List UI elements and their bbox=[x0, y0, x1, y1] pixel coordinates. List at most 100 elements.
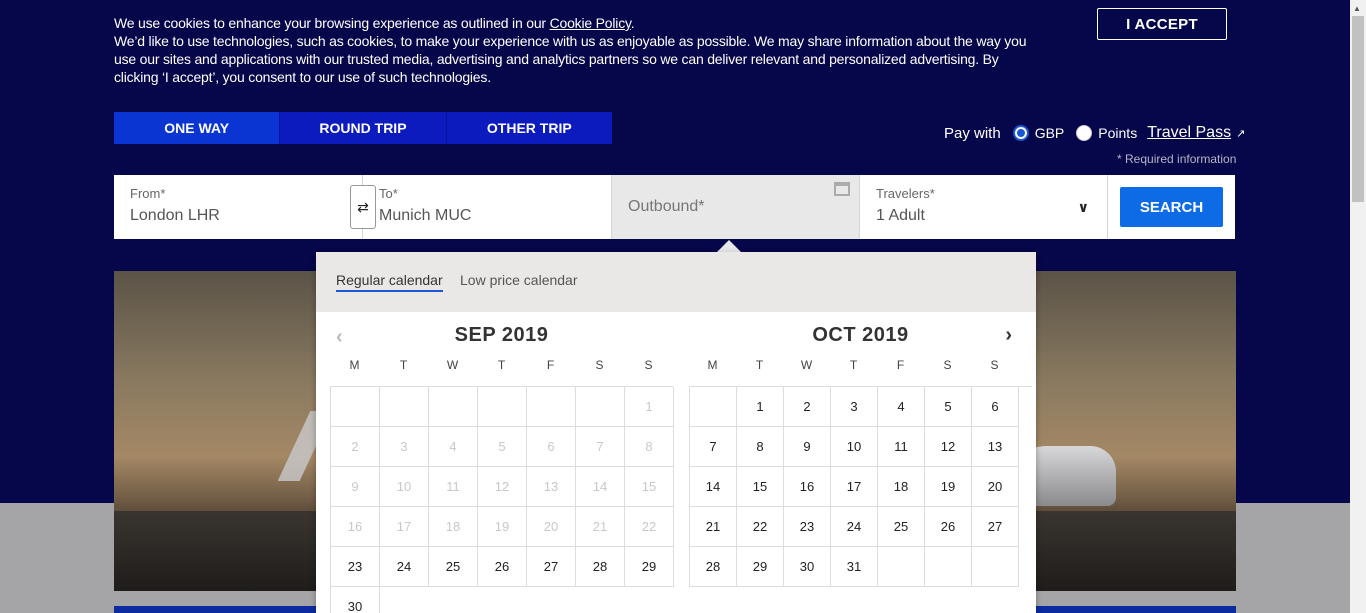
day-cell: 3 bbox=[380, 427, 429, 467]
day-cell[interactable]: 5 bbox=[925, 387, 972, 427]
accept-cookies-button[interactable]: I ACCEPT bbox=[1097, 8, 1227, 40]
day-cell[interactable]: 3 bbox=[831, 387, 878, 427]
pay-with-label: Pay with bbox=[944, 124, 1001, 142]
day-cell[interactable]: 28 bbox=[690, 547, 737, 587]
day-cell[interactable]: 6 bbox=[972, 387, 1019, 427]
day-cell[interactable]: 24 bbox=[380, 547, 429, 587]
day-cell-empty bbox=[576, 387, 625, 427]
day-cell[interactable]: 2 bbox=[784, 387, 831, 427]
travelers-dropdown[interactable]: Travelers* 1 Adult ∨ bbox=[860, 175, 1108, 239]
to-field[interactable]: To* Munich MUC bbox=[363, 175, 612, 239]
tab-low-price-calendar[interactable]: Low price calendar bbox=[460, 272, 578, 288]
day-cell[interactable]: 28 bbox=[576, 547, 625, 587]
weekday: F bbox=[546, 358, 555, 372]
day-cell[interactable]: 23 bbox=[331, 547, 380, 587]
gbp-radio[interactable] bbox=[1012, 125, 1029, 141]
calendar-tabs: Regular calendar Low price calendar bbox=[316, 252, 1036, 312]
weekday: M bbox=[707, 358, 718, 372]
day-cell: 15 bbox=[625, 467, 674, 507]
day-cell[interactable]: 11 bbox=[878, 427, 925, 467]
day-cell[interactable]: 16 bbox=[784, 467, 831, 507]
day-cell[interactable]: 22 bbox=[737, 507, 784, 547]
day-cell: 19 bbox=[478, 507, 527, 547]
day-cell[interactable]: 17 bbox=[831, 467, 878, 507]
day-cell-empty bbox=[690, 387, 737, 427]
day-cell[interactable]: 25 bbox=[878, 507, 925, 547]
weekday: T bbox=[399, 358, 408, 372]
tab-round-trip[interactable]: ROUND TRIP bbox=[280, 112, 447, 144]
day-cell: 17 bbox=[380, 507, 429, 547]
day-cell[interactable]: 24 bbox=[831, 507, 878, 547]
day-cell: 6 bbox=[527, 427, 576, 467]
calendar-popup: Regular calendar Low price calendar ‹ › … bbox=[316, 252, 1036, 613]
weekday: M bbox=[349, 358, 360, 372]
calendar-icon bbox=[834, 182, 850, 196]
day-cell[interactable]: 25 bbox=[429, 547, 478, 587]
day-cell[interactable]: 30 bbox=[784, 547, 831, 587]
day-cell-empty bbox=[380, 387, 429, 427]
day-cell[interactable]: 7 bbox=[690, 427, 737, 467]
external-link-icon: ↗ bbox=[1236, 127, 1246, 140]
outbound-date-field[interactable]: Outbound* bbox=[612, 175, 860, 239]
tab-other-trip[interactable]: OTHER TRIP bbox=[447, 112, 612, 144]
cookie-line1: We use cookies to enhance your browsing … bbox=[114, 15, 550, 31]
day-cell[interactable]: 21 bbox=[690, 507, 737, 547]
travelers-value: 1 Adult bbox=[876, 207, 925, 224]
day-cell[interactable]: 29 bbox=[737, 547, 784, 587]
day-cell[interactable]: 19 bbox=[925, 467, 972, 507]
day-cell[interactable]: 26 bbox=[478, 547, 527, 587]
weekday: T bbox=[755, 358, 764, 372]
day-cell: 12 bbox=[478, 467, 527, 507]
search-button-wrap: SEARCH bbox=[1108, 175, 1235, 239]
day-cell: 10 bbox=[380, 467, 429, 507]
from-label: From* bbox=[130, 186, 166, 201]
day-cell: 21 bbox=[576, 507, 625, 547]
day-grid: 1 2 3 4 5 6 7 8 9 10 11 12 13 14 15 16 17 18 19 20 21 22 23 24 2… bbox=[330, 386, 674, 613]
points-radio[interactable] bbox=[1076, 125, 1093, 141]
tab-one-way[interactable]: ONE WAY bbox=[114, 112, 281, 144]
day-cell[interactable]: 30 bbox=[331, 587, 380, 613]
calendar-caret bbox=[717, 240, 741, 252]
weekday: S bbox=[595, 358, 604, 372]
day-cell-empty bbox=[478, 387, 527, 427]
chevron-down-icon: ∨ bbox=[1077, 199, 1089, 215]
scrollbar-thumb[interactable] bbox=[1352, 16, 1364, 202]
day-cell[interactable]: 8 bbox=[737, 427, 784, 467]
day-cell[interactable]: 12 bbox=[925, 427, 972, 467]
tab-regular-calendar[interactable]: Regular calendar bbox=[336, 272, 443, 292]
cookie-policy-link[interactable]: Cookie Policy bbox=[550, 15, 631, 31]
day-cell[interactable]: 27 bbox=[972, 507, 1019, 547]
day-cell[interactable]: 31 bbox=[831, 547, 878, 587]
day-grid: 1 2 3 4 5 6 7 8 9 10 11 12 13 14 15 16 17 18 19 20 21 22 23 24 2… bbox=[689, 386, 1032, 587]
day-cell[interactable]: 10 bbox=[831, 427, 878, 467]
gbp-label: GBP bbox=[1034, 125, 1065, 141]
day-cell[interactable]: 23 bbox=[784, 507, 831, 547]
required-info-note: * Required information bbox=[1117, 152, 1237, 166]
day-cell[interactable]: 18 bbox=[878, 467, 925, 507]
day-cell-empty bbox=[429, 387, 478, 427]
month-title: SEP 2019 bbox=[454, 324, 549, 346]
day-cell[interactable]: 15 bbox=[737, 467, 784, 507]
from-field[interactable]: From* London LHR ⇄ bbox=[114, 175, 376, 239]
day-cell[interactable]: 27 bbox=[527, 547, 576, 587]
day-cell[interactable]: 20 bbox=[972, 467, 1019, 507]
day-cell[interactable]: 4 bbox=[878, 387, 925, 427]
travel-pass-link[interactable]: Travel Pass bbox=[1147, 124, 1231, 142]
day-cell[interactable]: 14 bbox=[690, 467, 737, 507]
day-cell-empty bbox=[527, 387, 576, 427]
weekday: S bbox=[943, 358, 952, 372]
day-cell[interactable]: 13 bbox=[972, 427, 1019, 467]
weekday-header: M T W T F S S bbox=[689, 358, 1032, 378]
day-cell[interactable]: 9 bbox=[784, 427, 831, 467]
outbound-placeholder: Outbound* bbox=[628, 198, 705, 215]
pay-with-group: Pay with GBP Points Travel Pass ↗ bbox=[944, 123, 1245, 143]
day-cell: 7 bbox=[576, 427, 625, 467]
scroll-up-icon[interactable]: ▲ bbox=[1353, 4, 1361, 13]
weekday: T bbox=[849, 358, 858, 372]
swap-icon[interactable]: ⇄ bbox=[350, 185, 376, 229]
day-cell[interactable]: 29 bbox=[625, 547, 674, 587]
day-cell[interactable]: 26 bbox=[925, 507, 972, 547]
day-cell[interactable]: 1 bbox=[737, 387, 784, 427]
day-cell: 13 bbox=[527, 467, 576, 507]
search-button[interactable]: SEARCH bbox=[1120, 187, 1223, 227]
